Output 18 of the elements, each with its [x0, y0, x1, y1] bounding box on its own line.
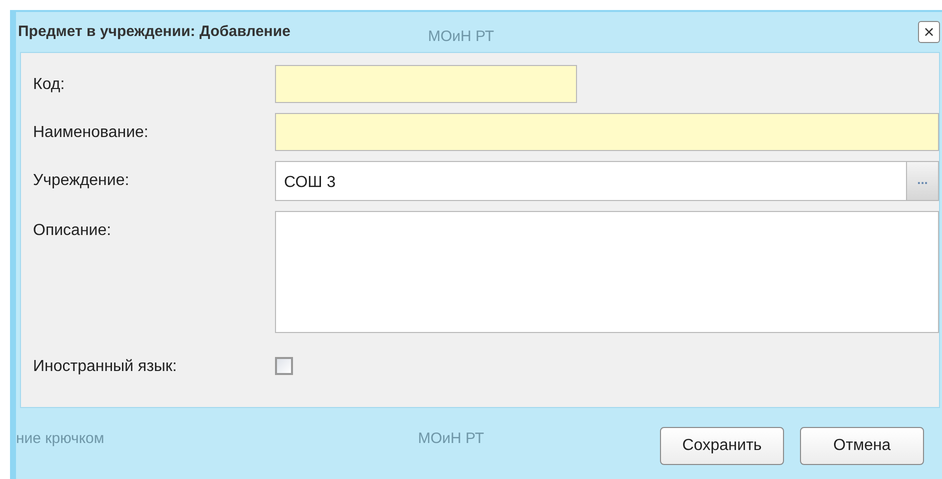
- close-button[interactable]: ×: [918, 21, 940, 43]
- text-field[interactable]: [275, 65, 577, 103]
- lookup-field[interactable]: СОШ 3 ...: [275, 161, 939, 201]
- text-field[interactable]: [275, 113, 939, 151]
- field-label: Описание:: [33, 221, 112, 241]
- window-title: Предмет в учреждении: Добавление: [18, 22, 290, 42]
- dialog-button[interactable]: Отмена: [800, 426, 924, 464]
- field-label: Иностранный язык:: [33, 357, 178, 377]
- background-text: МОиН РТ: [418, 429, 484, 449]
- background-text: МОиН РТ: [428, 27, 494, 47]
- field-label: Код:: [33, 75, 66, 95]
- checkbox[interactable]: [275, 357, 293, 375]
- description-field[interactable]: [275, 211, 939, 333]
- field-label: Наименование:: [33, 123, 150, 143]
- dialog-button[interactable]: Сохранить: [660, 426, 784, 464]
- background-text: ние крючком: [16, 429, 104, 449]
- field-label: Учреждение:: [33, 171, 130, 191]
- field-value: СОШ 3: [283, 173, 337, 193]
